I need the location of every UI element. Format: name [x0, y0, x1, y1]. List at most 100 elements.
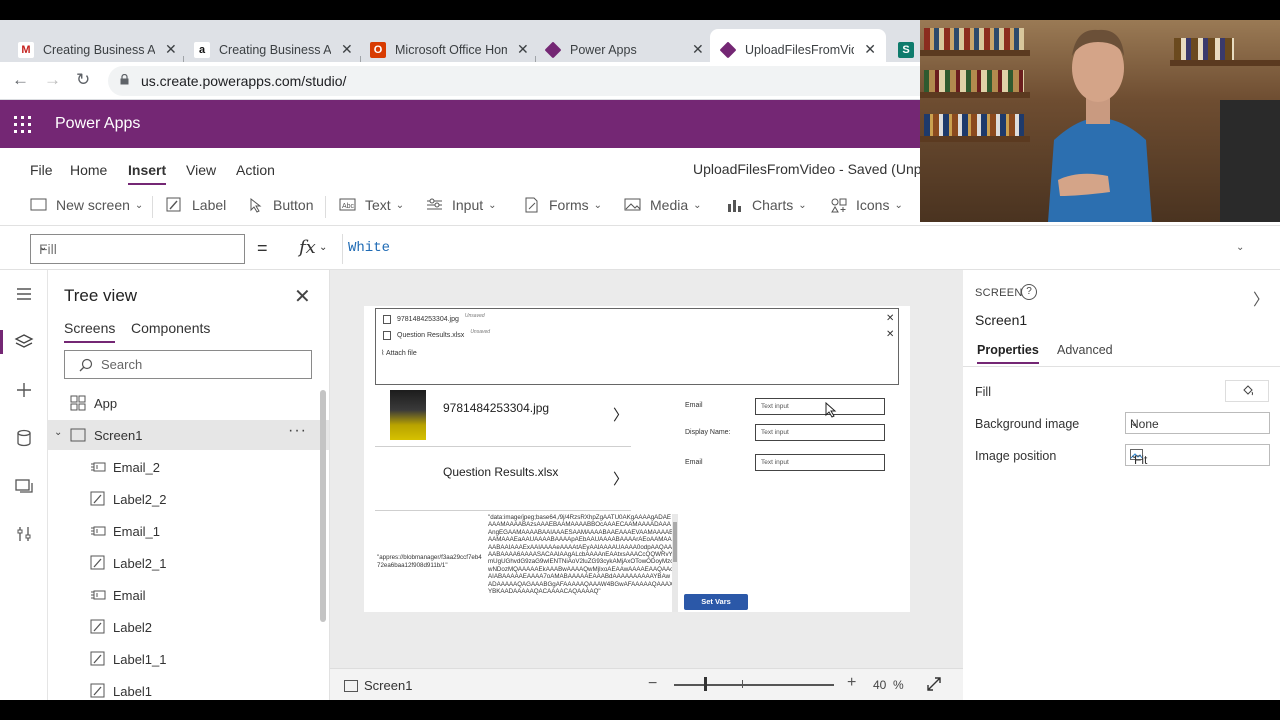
new-screen-button[interactable]: New screen ⌄: [30, 197, 143, 213]
background-image-dropdown[interactable]: None ⌄: [1125, 412, 1270, 434]
property-dropdown[interactable]: Fill ⌄: [30, 234, 245, 264]
bookshelf: [1170, 60, 1280, 66]
tree-item-label2-2[interactable]: Label2_2: [48, 484, 329, 514]
app-screen-canvas[interactable]: 9781484253304.jpg Unsaved ✕ Question Res…: [364, 306, 910, 612]
tab-screens[interactable]: Screens: [64, 320, 116, 343]
attachment-item[interactable]: 9781484253304.jpg Unsaved: [383, 313, 485, 324]
attach-file-link[interactable]: ⌇ Attach file: [381, 349, 417, 357]
data-icon[interactable]: [14, 428, 34, 448]
zoom-slider[interactable]: [674, 684, 834, 686]
email-text-input[interactable]: Text input: [755, 454, 885, 471]
tab-title: Power Apps: [570, 42, 637, 57]
tree-item-label1[interactable]: Label1: [48, 676, 329, 700]
forward-icon[interactable]: →: [44, 70, 61, 90]
app-launcher-icon[interactable]: [14, 116, 31, 133]
fit-to-window-icon[interactable]: [926, 676, 942, 692]
zoom-in-icon[interactable]: +: [847, 674, 856, 692]
set-vars-button[interactable]: Set Vars: [684, 594, 748, 610]
tab-properties[interactable]: Properties: [977, 343, 1039, 364]
close-tab-icon[interactable]: ✕: [864, 41, 876, 58]
close-tab-icon[interactable]: ✕: [517, 41, 529, 58]
back-icon[interactable]: ←: [12, 70, 29, 90]
reload-icon[interactable]: ↻: [76, 70, 90, 90]
tools-icon[interactable]: [14, 524, 34, 544]
menu-file[interactable]: File: [30, 162, 53, 178]
text-button[interactable]: Abc Text ⌄: [339, 197, 404, 213]
menu-view[interactable]: View: [186, 162, 216, 178]
screen-selector[interactable]: Screen1: [344, 678, 412, 693]
input-button[interactable]: Input ⌄: [426, 197, 497, 213]
ribbon-divider: [152, 196, 153, 218]
bookshelf: [920, 50, 1030, 56]
close-tab-icon[interactable]: ✕: [341, 41, 353, 58]
menu-home[interactable]: Home: [70, 162, 107, 178]
search-input[interactable]: Search: [64, 350, 312, 379]
display-name-text-input[interactable]: Text input: [755, 424, 885, 441]
label-label: Label: [192, 197, 227, 213]
close-tab-icon[interactable]: ✕: [692, 41, 704, 58]
svg-text:Abc: Abc: [342, 203, 355, 210]
button-button[interactable]: Button: [247, 197, 313, 213]
tree-item-label1-1[interactable]: Label1_1: [48, 644, 329, 674]
forms-button[interactable]: Forms ⌄: [523, 197, 602, 213]
chevron-right-icon[interactable]: 〉: [1253, 286, 1269, 310]
plus-icon[interactable]: [14, 380, 34, 400]
tree-item-label: Label2_1: [113, 556, 167, 571]
person-video: [1048, 29, 1152, 222]
tab-title: UploadFilesFromVide: [745, 42, 855, 57]
formula-input[interactable]: White: [348, 240, 390, 256]
menu-insert[interactable]: Insert: [128, 162, 167, 185]
charts-label: Charts: [752, 197, 794, 213]
tree-item-label2[interactable]: Label2: [48, 612, 329, 642]
attachment-item[interactable]: Question Results.xlsx Unsaved: [383, 329, 490, 340]
remove-attachment-icon[interactable]: ✕: [886, 329, 894, 340]
icons-icon: [830, 197, 848, 213]
left-rail: [0, 270, 48, 700]
chevron-right-icon[interactable]: 〉: [613, 468, 628, 489]
tree-item-email-1[interactable]: Email_1: [48, 516, 329, 546]
tab-advanced[interactable]: Advanced: [1057, 343, 1113, 357]
media-button[interactable]: Media ⌄: [624, 197, 702, 213]
remove-attachment-icon[interactable]: ✕: [886, 313, 894, 324]
tree-item-email-2[interactable]: Email_2: [48, 452, 329, 482]
tree-item-label: Email: [113, 588, 146, 603]
close-tab-icon[interactable]: ✕: [165, 41, 177, 58]
tree-item-email[interactable]: Email: [48, 580, 329, 610]
menu-action[interactable]: Action: [236, 162, 275, 178]
expand-formula-icon[interactable]: ⌄: [1236, 242, 1244, 253]
text-input-icon: [91, 462, 106, 472]
chevron-down-icon: ⌄: [39, 242, 48, 253]
selected-control-name[interactable]: Screen1: [975, 312, 1027, 328]
attachments-control[interactable]: 9781484253304.jpg Unsaved ✕ Question Res…: [375, 308, 899, 385]
image-position-dropdown[interactable]: Fit ⌄: [1125, 444, 1270, 467]
tree-item-label2-1[interactable]: Label2_1: [48, 548, 329, 578]
charts-button[interactable]: Charts ⌄: [726, 197, 807, 213]
gallery-divider: [375, 510, 631, 511]
close-icon[interactable]: ✕: [294, 284, 311, 309]
hamburger-icon[interactable]: [14, 284, 34, 304]
more-options-icon[interactable]: ···: [288, 422, 307, 440]
media-rail-icon[interactable]: [14, 476, 34, 496]
icons-label: Icons: [856, 197, 890, 213]
tree-item-screen1[interactable]: ⌄ Screen1 ···: [48, 420, 329, 450]
base64-data-label: "data:image/jpeg;base64,/9j/4RzsRXhpZgAA…: [488, 514, 674, 596]
function-button[interactable]: fx ⌄: [283, 234, 343, 264]
help-icon[interactable]: ?: [1021, 284, 1037, 300]
search-placeholder: Search: [101, 357, 143, 372]
zoom-slider-thumb[interactable]: [704, 677, 707, 691]
screen-icon: [344, 679, 358, 692]
url-omnibox[interactable]: us.create.powerapps.com/studio/: [108, 66, 920, 96]
gmail-icon: M: [18, 41, 34, 58]
label-button[interactable]: Label: [166, 197, 226, 213]
layers-icon[interactable]: [14, 332, 34, 352]
top-black-strip: [0, 0, 1280, 20]
zoom-out-icon[interactable]: −: [648, 675, 657, 693]
base64-scrollbar[interactable]: [672, 514, 678, 612]
email-text-input[interactable]: Text input: [755, 398, 885, 415]
tree-item-app[interactable]: App: [48, 388, 329, 418]
tab-components[interactable]: Components: [131, 320, 210, 336]
fill-color-picker[interactable]: [1225, 380, 1269, 402]
icons-button[interactable]: Icons ⌄: [830, 197, 903, 213]
tree-scrollbar[interactable]: [320, 390, 326, 622]
chevron-right-icon[interactable]: 〉: [613, 404, 628, 425]
